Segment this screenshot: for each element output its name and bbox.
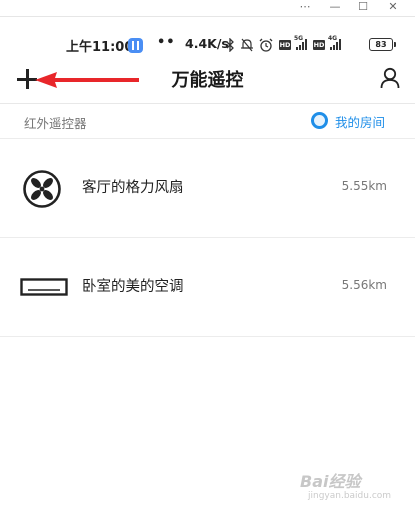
device-distance: 5.55km xyxy=(341,179,387,193)
close-button[interactable]: ✕ xyxy=(380,0,406,14)
status-time: 上午11:00 xyxy=(66,40,134,55)
device-distance: 5.56km xyxy=(341,278,387,292)
signal-icon: 4G xyxy=(328,35,342,50)
sub-header: 红外遥控器 我的房间 xyxy=(0,104,415,138)
hd-badge: HD xyxy=(313,40,325,50)
status-bar: 上午11:00 •• 4.4K/s HD 5G HD 4G 83 xyxy=(0,32,415,56)
network-speed: 4.4K/s xyxy=(185,36,229,51)
maximize-button[interactable]: ☐ xyxy=(350,0,376,14)
user-icon[interactable] xyxy=(380,67,400,89)
window-title-bar: ⋯ — ☐ ✕ xyxy=(0,0,415,17)
status-dots: •• xyxy=(157,35,176,50)
alarm-icon xyxy=(259,38,273,52)
network-type-label: 5G xyxy=(294,35,304,42)
red-arrow-annotation xyxy=(35,72,139,88)
device-name: 客厅的格力风扇 xyxy=(82,180,184,196)
watermark-brand: Bai经验 xyxy=(300,472,361,491)
minimize-button[interactable]: — xyxy=(322,0,348,14)
bluetooth-icon xyxy=(226,38,234,52)
hd-badge: HD xyxy=(279,40,291,50)
more-icon[interactable]: ⋯ xyxy=(292,0,318,14)
signal-icon: 5G xyxy=(294,35,308,50)
device-name: 卧室的美的空调 xyxy=(82,279,184,295)
watermark-url: jingyan.baidu.com xyxy=(308,491,392,501)
battery-icon: 83 xyxy=(369,38,396,51)
baidu-jingyan-watermark: Bai经验 jingyan.baidu.com xyxy=(292,458,402,510)
device-item-fan[interactable]: 客厅的格力风扇 5.55km xyxy=(0,139,415,238)
air-conditioner-icon xyxy=(20,278,68,296)
device-item-ac[interactable]: 卧室的美的空调 5.56km xyxy=(0,238,415,337)
ir-remote-label: 红外遥控器 xyxy=(24,116,87,131)
room-icon xyxy=(311,112,328,129)
my-room-label: 我的房间 xyxy=(335,115,386,130)
app-icon xyxy=(128,38,143,53)
mute-bell-icon xyxy=(241,38,253,52)
fan-icon xyxy=(23,170,61,208)
app-header: 万能遥控 xyxy=(0,62,415,100)
network-type-label: 4G xyxy=(328,35,338,42)
